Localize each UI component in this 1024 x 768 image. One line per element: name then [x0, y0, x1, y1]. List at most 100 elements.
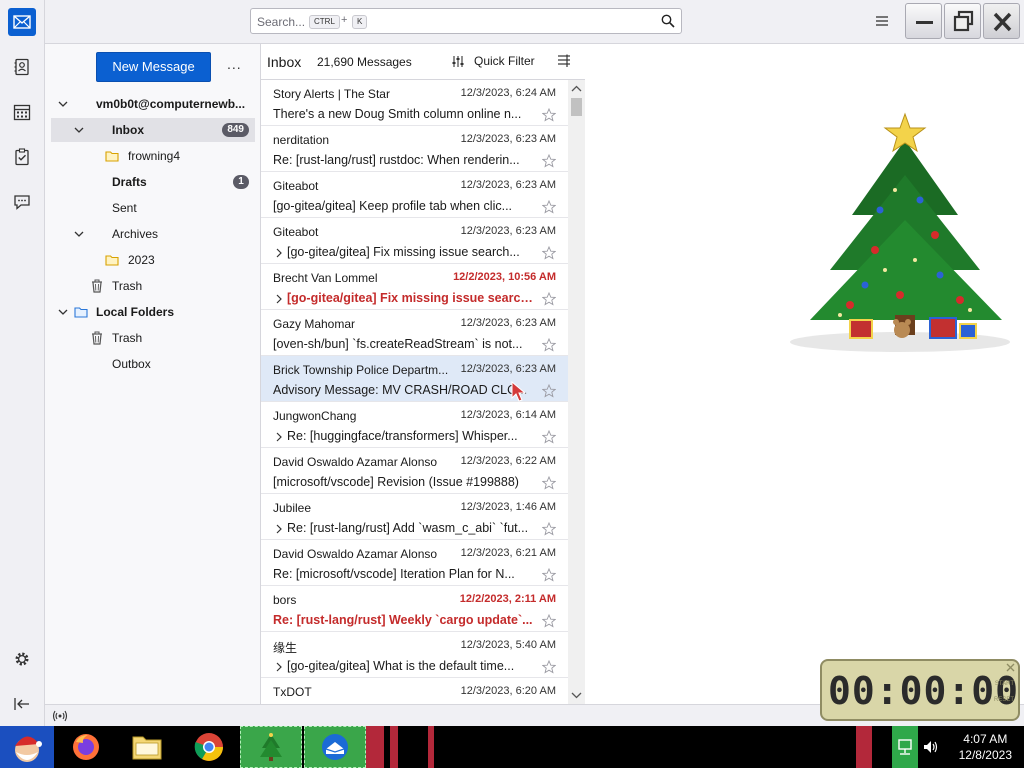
app-menu-icon[interactable] — [873, 12, 891, 30]
folder-drafts[interactable]: Drafts 1 — [51, 170, 255, 194]
message-row[interactable]: Jubilee 12/3/2023, 1:46 AM Re: [rust-lang/… — [261, 494, 568, 540]
taskbar-clock[interactable]: 4:07 AM 12/8/2023 — [959, 731, 1012, 763]
countdown-timer-widget[interactable]: 00:00:00 START RESET — [820, 659, 1020, 721]
star-icon[interactable] — [542, 154, 556, 168]
taskbar-window-marker[interactable] — [390, 726, 398, 768]
message-row[interactable]: David Oswaldo Azamar Alonso 12/3/2023, 6:… — [261, 540, 568, 586]
tray-indicator[interactable] — [856, 726, 872, 768]
message-row[interactable]: nerditation 12/3/2023, 6:23 AM Re: [rust-l… — [261, 126, 568, 172]
start-button[interactable] — [0, 726, 54, 768]
star-icon[interactable] — [542, 292, 556, 306]
title-bar: Search... CTRL + K — [0, 0, 1024, 44]
taskbar-window-marker[interactable] — [366, 726, 384, 768]
network-tray-button[interactable] — [892, 726, 918, 768]
chevron-down-icon[interactable] — [73, 228, 85, 240]
chevron-down-icon[interactable] — [57, 306, 69, 318]
folder-archives[interactable]: Archives — [51, 222, 255, 246]
star-icon[interactable] — [542, 108, 556, 122]
star-icon[interactable] — [542, 476, 556, 490]
thread-expand-icon[interactable] — [274, 662, 284, 672]
new-message-button[interactable]: New Message — [96, 52, 211, 82]
folder-local-folders[interactable]: Local Folders — [51, 300, 255, 324]
chat-button[interactable] — [8, 188, 36, 216]
mail-space-button[interactable] — [8, 8, 36, 36]
message-row[interactable]: David Oswaldo Azamar Alonso 12/3/2023, 6:… — [261, 448, 568, 494]
message-sender: David Oswaldo Azamar Alonso — [273, 547, 438, 561]
star-icon[interactable] — [542, 200, 556, 214]
message-date: 12/3/2023, 6:24 AM — [460, 87, 556, 99]
trash-icon — [92, 279, 102, 293]
chevron-down-icon[interactable] — [57, 98, 69, 110]
star-icon[interactable] — [542, 430, 556, 444]
thread-expand-icon[interactable] — [274, 524, 284, 534]
quick-filter-button[interactable]: Quick Filter — [451, 54, 535, 68]
message-list-scrollbar[interactable] — [568, 80, 585, 704]
folder-trash[interactable]: Trash — [51, 274, 255, 298]
star-icon[interactable] — [542, 338, 556, 352]
address-book-button[interactable] — [8, 53, 36, 81]
close-icon[interactable] — [1006, 663, 1015, 672]
thunderbird-taskbar-button[interactable] — [304, 726, 366, 768]
restore-button[interactable] — [944, 3, 981, 39]
message-row[interactable]: Gazy Mahomar 12/3/2023, 6:23 AM [oven-sh/b… — [261, 310, 568, 356]
star-icon[interactable] — [542, 522, 556, 536]
list-display-options-icon[interactable] — [557, 54, 571, 68]
message-row[interactable]: bors 12/2/2023, 2:11 AM Re: [rust-lang/rus… — [261, 586, 568, 632]
folder-label: Drafts — [112, 175, 147, 189]
online-status-icon[interactable] — [52, 709, 68, 723]
folder-icon — [132, 736, 162, 760]
file-explorer-taskbar-button[interactable] — [120, 726, 174, 768]
calendar-button[interactable] — [8, 98, 36, 126]
folder-icon — [105, 151, 119, 162]
minimize-button[interactable] — [905, 3, 942, 39]
chevron-down-icon[interactable] — [73, 124, 85, 136]
star-icon[interactable] — [542, 246, 556, 260]
message-row[interactable]: Giteabot 12/3/2023, 6:23 AM [go-gitea/gite… — [261, 218, 568, 264]
folder-sent[interactable]: Sent — [51, 196, 255, 220]
thread-expand-icon[interactable] — [274, 294, 284, 304]
message-row[interactable]: Story Alerts | The Star 12/3/2023, 6:24 A… — [261, 80, 568, 126]
thread-expand-icon[interactable] — [274, 432, 284, 442]
timer-start-button[interactable]: START — [995, 681, 1014, 687]
taskbar-window-marker[interactable] — [428, 726, 434, 768]
firefox-icon — [73, 734, 99, 760]
star-icon[interactable] — [542, 568, 556, 582]
settings-button[interactable] — [8, 645, 36, 673]
star-icon[interactable] — [542, 660, 556, 674]
firefox-taskbar-button[interactable] — [60, 726, 112, 768]
message-list-pane: Inbox 21,690 Messages Quick Filter Story… — [261, 44, 585, 704]
close-button[interactable] — [983, 3, 1020, 39]
search-input[interactable]: Search... CTRL + K — [250, 8, 682, 34]
thread-expand-icon[interactable] — [274, 248, 284, 258]
folder-inbox[interactable]: Inbox 849 — [51, 118, 255, 142]
scroll-down-icon[interactable] — [568, 688, 585, 702]
search-icon[interactable] — [661, 14, 675, 28]
message-subject: Re: [huggingface/transformers] Whisper..… — [287, 429, 518, 443]
timer-reset-button[interactable]: RESET — [994, 697, 1014, 703]
star-icon[interactable] — [542, 384, 556, 398]
scrollbar-thumb[interactable] — [571, 98, 582, 116]
folder-frowning4[interactable]: frowning4 — [51, 144, 255, 168]
star-icon[interactable] — [542, 614, 556, 628]
volume-icon[interactable] — [922, 739, 938, 755]
message-row[interactable]: JungwonChang 12/3/2023, 6:14 AM Re: [huggi… — [261, 402, 568, 448]
chrome-icon — [194, 733, 223, 761]
message-row[interactable]: Giteabot 12/3/2023, 6:23 AM [go-gitea/gite… — [261, 172, 568, 218]
folder-label: Archives — [112, 227, 159, 241]
message-sender: Brick Township Police Departm... — [273, 363, 449, 377]
folder-outbox[interactable]: Outbox — [51, 352, 255, 376]
collapse-spaces-button[interactable] — [8, 690, 36, 718]
message-row[interactable]: 缘生 12/3/2023, 5:40 AM [go-gitea/gitea] Wha… — [261, 632, 568, 678]
folder-account[interactable]: vm0b0t@computernewb... — [51, 92, 255, 116]
folder-2023[interactable]: 2023 — [51, 248, 255, 272]
chrome-taskbar-button[interactable] — [182, 726, 236, 768]
message-subject: [microsoft/vscode] Revision (Issue #1998… — [273, 475, 519, 489]
christmas-tree-taskbar-button[interactable] — [240, 726, 302, 768]
message-row[interactable]: TxDOT 12/3/2023, 6:20 AM — [261, 678, 568, 704]
folder-label: Inbox — [112, 123, 144, 137]
scroll-up-icon[interactable] — [568, 82, 585, 96]
folder-local-trash[interactable]: Trash — [51, 326, 255, 350]
message-row[interactable]: Brecht Van Lommel 12/2/2023, 10:56 AM [go-… — [261, 264, 568, 310]
folder-pane-more-button[interactable]: ... — [227, 56, 242, 72]
tasks-button[interactable] — [8, 143, 36, 171]
